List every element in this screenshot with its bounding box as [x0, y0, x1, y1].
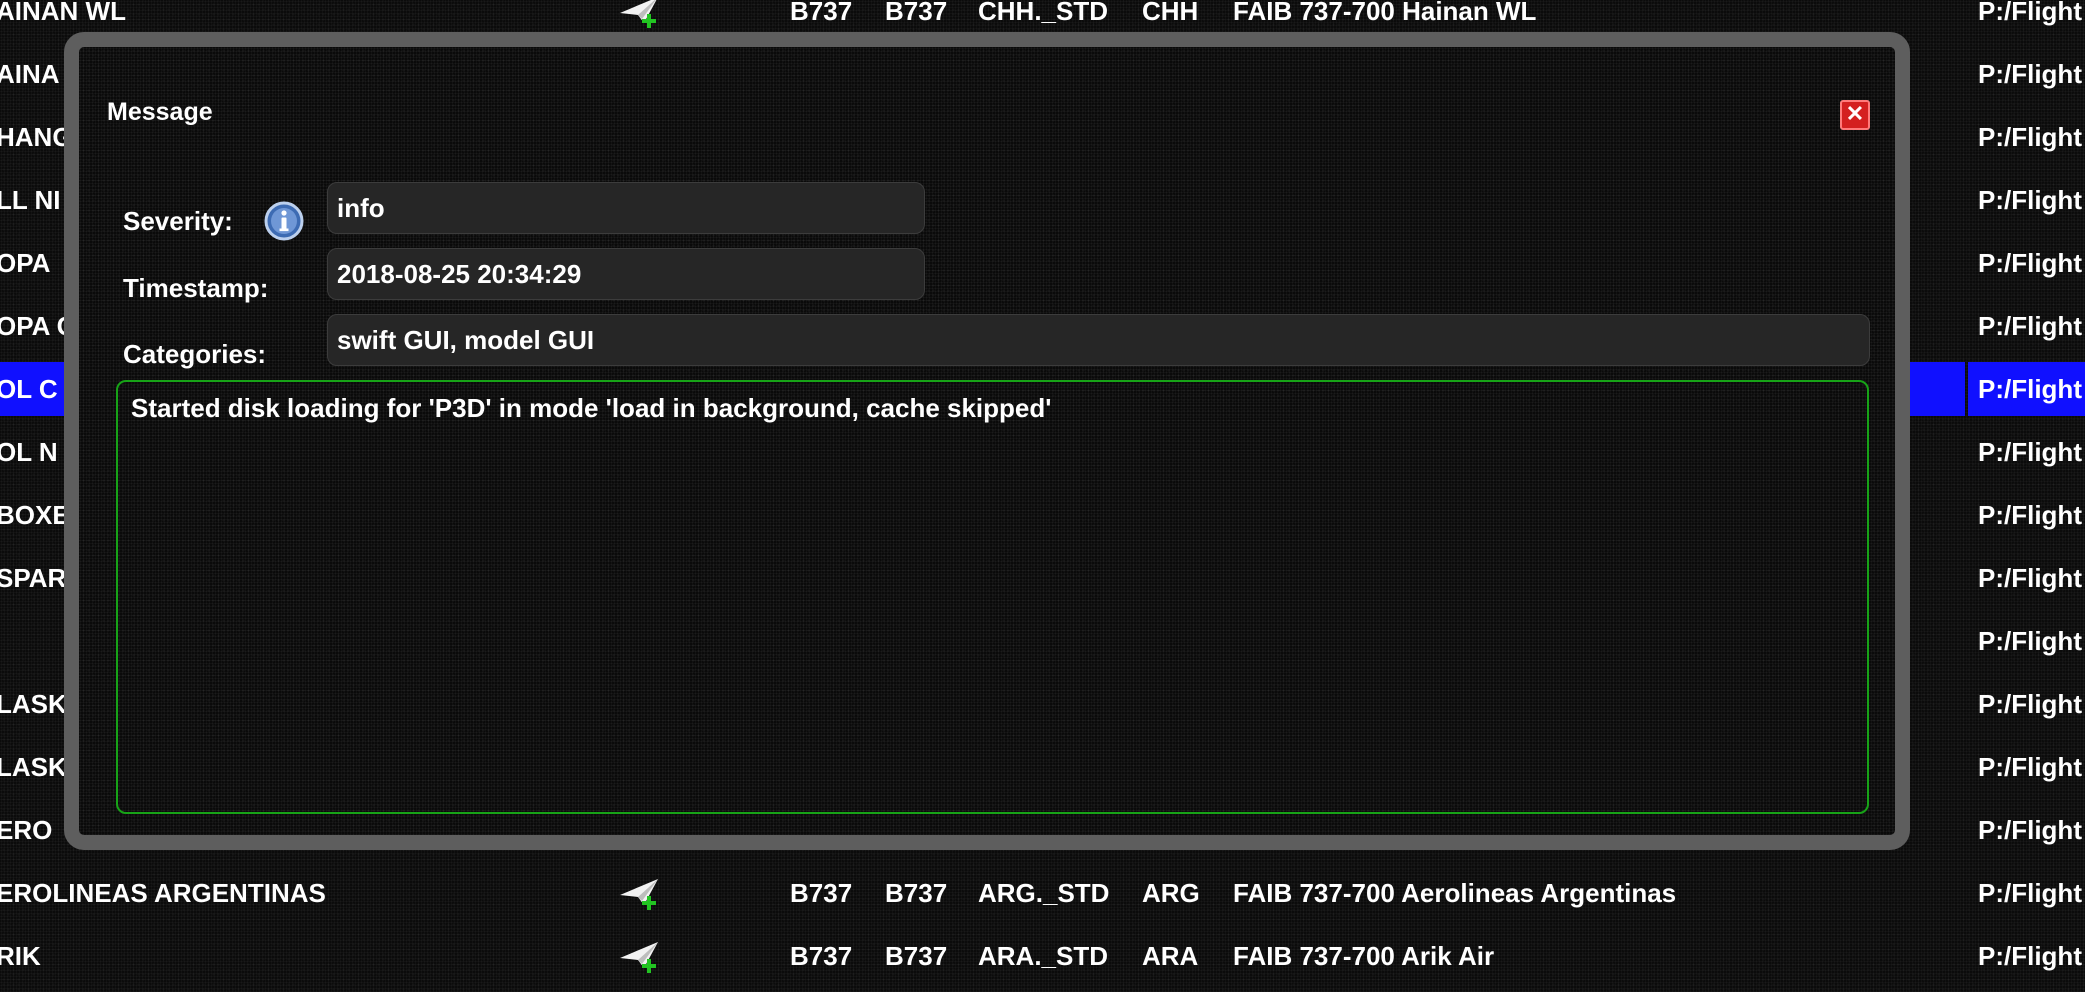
- cell-path: P:/Flight: [1978, 248, 2082, 278]
- cell-path: P:/Flight: [1978, 752, 2082, 782]
- dialog-title: Message: [107, 98, 213, 126]
- cell-combined-type: B737: [885, 878, 948, 908]
- add-model-icon[interactable]: [618, 929, 668, 983]
- categories-field[interactable]: swift GUI, model GUI: [327, 314, 1870, 366]
- close-icon: ✕: [1845, 101, 1865, 126]
- severity-label: Severity:: [123, 206, 233, 236]
- cell-path: P:/Flight: [1978, 626, 2082, 656]
- cell-name: EROLINEAS ARGENTINAS: [0, 878, 326, 908]
- cell-path: P:/Flight: [1978, 374, 2082, 404]
- message-text-area[interactable]: Started disk loading for 'P3D' in mode '…: [116, 380, 1869, 814]
- severity-field[interactable]: info: [327, 182, 925, 234]
- cell-path: P:/Flight: [1978, 500, 2082, 530]
- cell-airline: ARA: [1142, 941, 1199, 971]
- cell-name: RIK: [0, 941, 41, 971]
- cell-path: P:/Flight: [1978, 941, 2082, 971]
- table-row[interactable]: EROLINEAS ARGENTINAS B737 B737 ARG._STD ARG F…: [0, 866, 2085, 929]
- cell-path: P:/Flight: [1978, 185, 2082, 215]
- timestamp-label: Timestamp:: [123, 273, 269, 303]
- cell-path: P:/Flight: [1978, 59, 2082, 89]
- table-row[interactable]: RIK B737 B737 ARA._STD ARA FAIB 737-700 Arik …: [0, 929, 2085, 992]
- cell-model-string: ARG._STD: [978, 878, 1110, 908]
- cell-icao: B737: [790, 941, 853, 971]
- cell-path: P:/Flight: [1978, 437, 2082, 467]
- cell-icao: B737: [790, 878, 853, 908]
- cell-description: FAIB 737-700 Aerolineas Argentinas: [1233, 878, 1677, 908]
- add-model-icon[interactable]: [618, 866, 668, 920]
- cell-airline: ARG: [1142, 878, 1200, 908]
- cell-path: P:/Flight: [1978, 0, 2082, 26]
- cell-path: P:/Flight: [1978, 878, 2082, 908]
- cell-model-string: ARA._STD: [978, 941, 1109, 971]
- timestamp-field[interactable]: 2018-08-25 20:34:29: [327, 248, 925, 300]
- cell-path: P:/Flight: [1978, 815, 2082, 845]
- cell-path: P:/Flight: [1978, 122, 2082, 152]
- cell-description: FAIB 737-700 Arik Air: [1233, 941, 1495, 971]
- close-button[interactable]: ✕: [1840, 100, 1870, 130]
- cell-path: P:/Flight: [1978, 311, 2082, 341]
- cell-path: P:/Flight: [1978, 563, 2082, 593]
- message-dialog: Message ✕ Severity: info Timestamp: 2018…: [64, 32, 1910, 850]
- cell-combined-type: B737: [885, 941, 948, 971]
- categories-label: Categories:: [123, 339, 267, 369]
- cell-path: P:/Flight: [1978, 689, 2082, 719]
- info-icon: [264, 201, 304, 241]
